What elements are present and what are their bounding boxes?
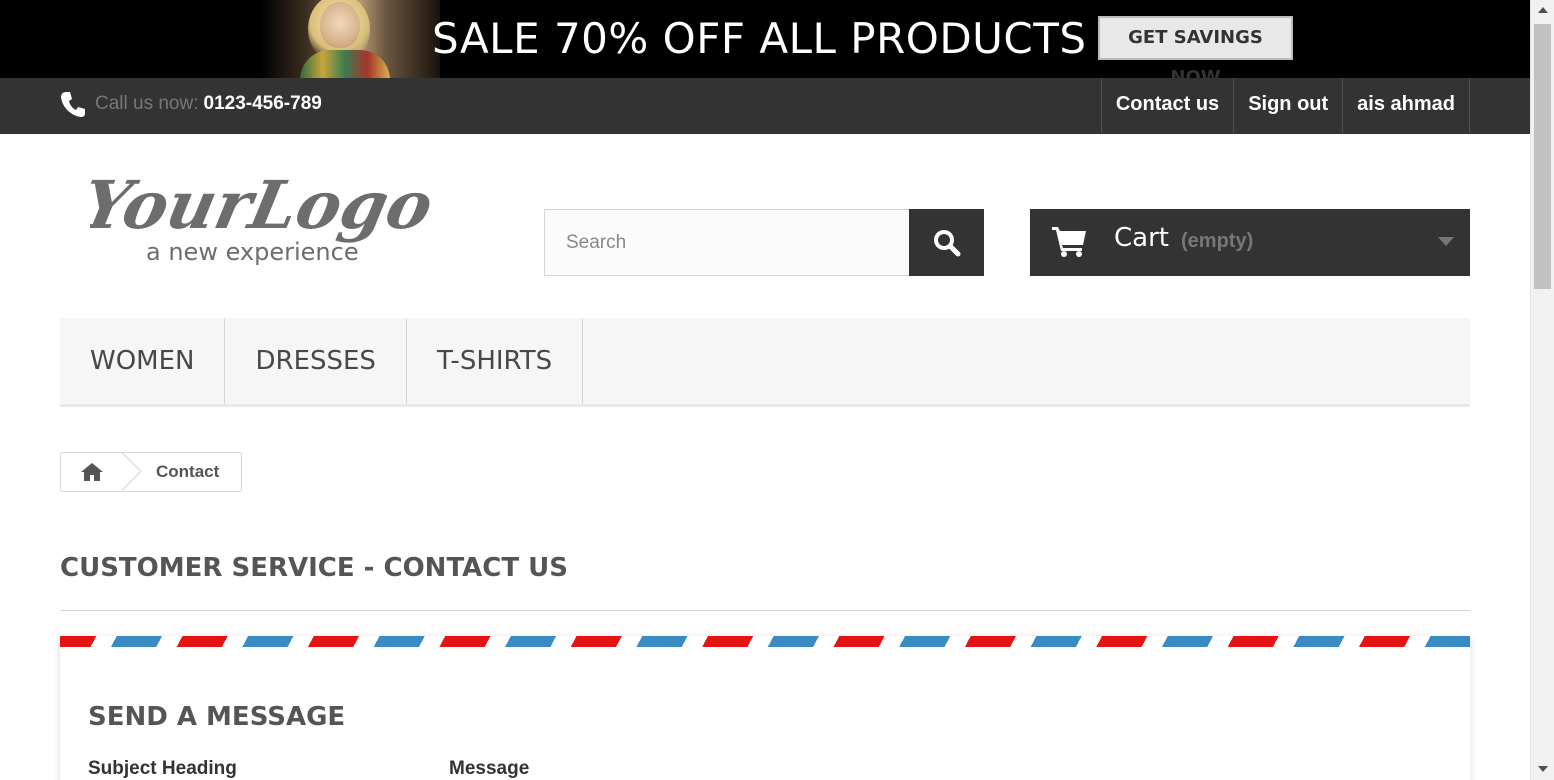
- logo-tagline: a new experience: [146, 238, 359, 266]
- cart-label: Cart: [1114, 223, 1169, 253]
- phone-icon: [61, 92, 85, 117]
- promo-model-image: [260, 0, 440, 78]
- form-title: SEND A MESSAGE: [88, 702, 346, 732]
- title-divider: [60, 610, 1470, 611]
- logo-main-text: YourLogo: [90, 166, 440, 244]
- search-input[interactable]: [544, 209, 909, 276]
- caret-down-icon[interactable]: [1438, 237, 1454, 246]
- contact-us-link[interactable]: Contact us: [1100, 78, 1233, 134]
- scroll-up-arrow-icon[interactable]: [1538, 7, 1548, 13]
- cart-icon: [1052, 227, 1086, 257]
- breadcrumb: Contact: [60, 452, 242, 492]
- account-links: Contact us Sign out ais ahmad: [1100, 78, 1470, 134]
- scroll-thumb[interactable]: [1534, 24, 1551, 289]
- main-menu: WOMEN DRESSES T-SHIRTS: [60, 318, 1470, 407]
- scroll-down-arrow-icon[interactable]: [1538, 766, 1548, 772]
- site-logo[interactable]: YourLogo a new experience: [90, 162, 450, 272]
- page-scrollbar[interactable]: [1530, 0, 1554, 780]
- cart-status: (empty): [1181, 230, 1254, 252]
- search-icon: [933, 229, 960, 256]
- menu-item-dresses[interactable]: DRESSES: [225, 318, 407, 404]
- phone-info: Call us now: 0123-456-789: [60, 90, 322, 118]
- get-savings-button[interactable]: GET SAVINGS NOW: [1098, 16, 1293, 78]
- phone-number: 0123-456-789: [203, 93, 322, 114]
- top-nav-bar: Call us now: 0123-456-789 Contact us Sig…: [0, 78, 1530, 134]
- message-label: Message: [449, 758, 530, 779]
- cart-button[interactable]: Cart (empty): [1030, 209, 1470, 276]
- breadcrumb-separator: [103, 452, 142, 491]
- breadcrumb-home[interactable]: [61, 452, 142, 491]
- menu-item-t-shirts[interactable]: T-SHIRTS: [407, 318, 584, 404]
- promo-banner[interactable]: SALE 70% OFF ALL PRODUCTS GET SAVINGS NO…: [0, 0, 1530, 78]
- home-icon: [81, 463, 103, 481]
- breadcrumb-current: Contact: [156, 462, 220, 481]
- airmail-border: [60, 636, 1470, 647]
- sign-out-link[interactable]: Sign out: [1233, 78, 1342, 134]
- call-us-label: Call us now:: [95, 93, 199, 114]
- promo-headline: SALE 70% OFF ALL PRODUCTS: [432, 14, 1087, 63]
- account-name-link[interactable]: ais ahmad: [1342, 78, 1470, 134]
- subject-heading-label: Subject Heading: [88, 758, 237, 779]
- page-title: CUSTOMER SERVICE - CONTACT US: [60, 553, 568, 583]
- menu-item-women[interactable]: WOMEN: [60, 318, 226, 404]
- search-form: [544, 209, 984, 276]
- contact-form-box: SEND A MESSAGE Subject Heading Message: [60, 636, 1470, 780]
- search-button[interactable]: [909, 209, 984, 276]
